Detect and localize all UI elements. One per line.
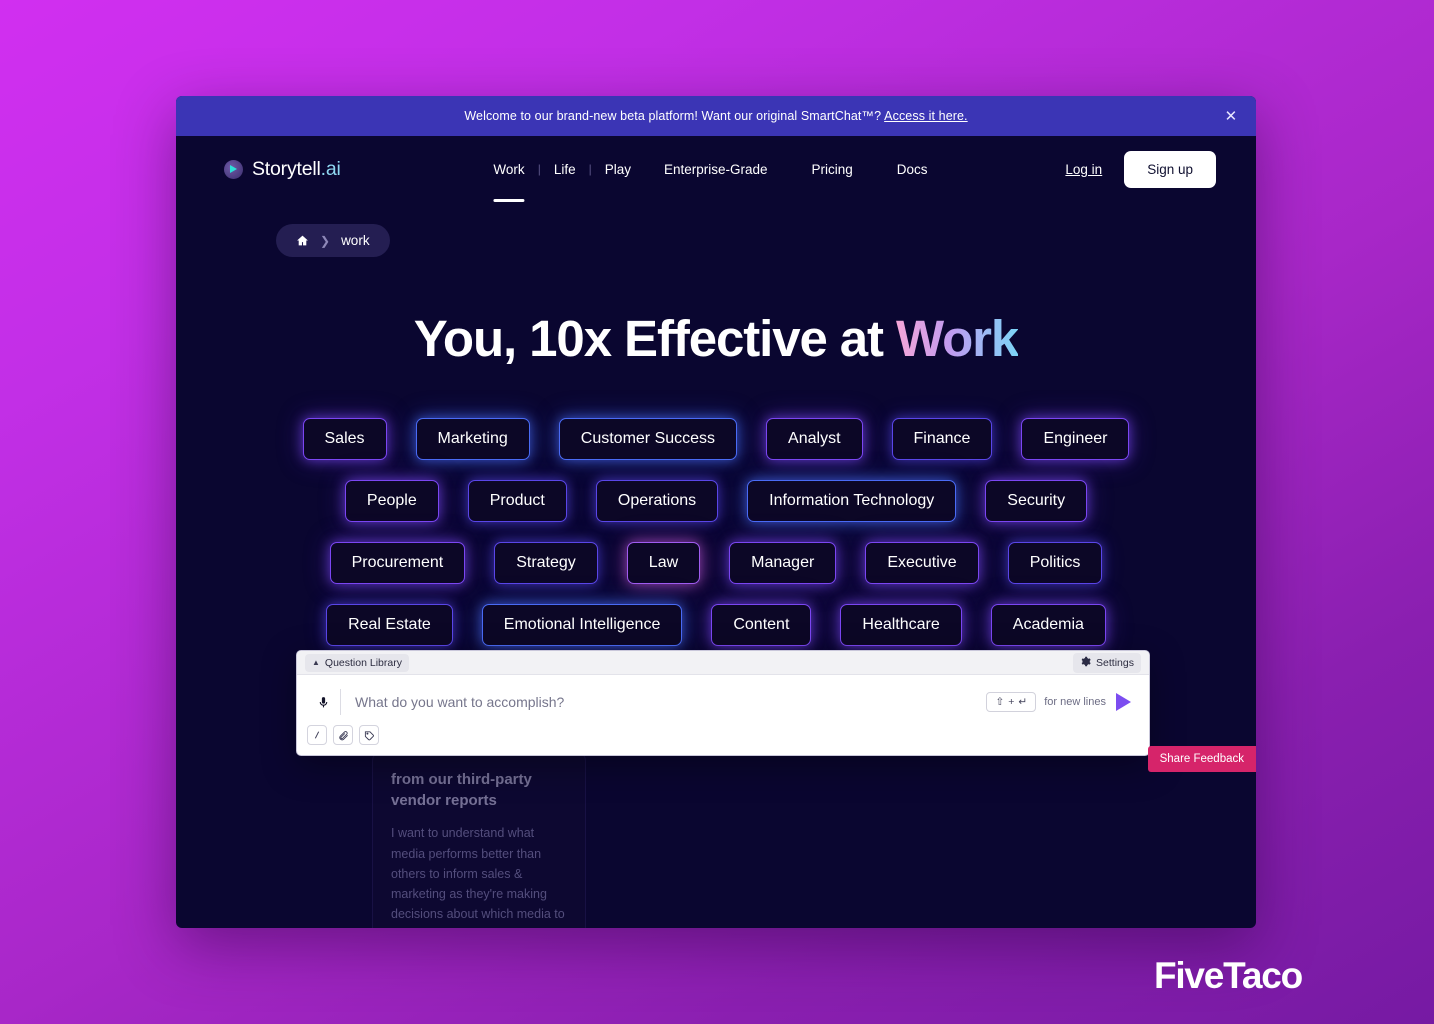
tag-row: Sales Marketing Customer Success Analyst…: [176, 418, 1256, 460]
gear-icon: [1080, 656, 1091, 670]
tag-operations[interactable]: Operations: [595, 480, 719, 522]
tag-sales[interactable]: Sales: [302, 418, 387, 460]
tag-customer-success[interactable]: Customer Success: [558, 418, 738, 460]
send-icon[interactable]: [1116, 693, 1131, 711]
tag-product[interactable]: Product: [467, 480, 567, 522]
nav-item-docs[interactable]: Docs: [875, 136, 950, 202]
breadcrumb-item-work[interactable]: work: [341, 233, 370, 248]
chat-composer: ▲ Question Library Settings What do you …: [296, 650, 1150, 756]
tag-politics[interactable]: Politics: [1007, 542, 1103, 584]
shift-key: ⇧: [995, 696, 1005, 708]
microphone-icon[interactable]: [307, 689, 341, 715]
tag-marketing[interactable]: Marketing: [415, 418, 530, 460]
shortcut-hint-text: for new lines: [1044, 696, 1106, 708]
nav-separator: |: [537, 162, 541, 176]
tag-row: People Product Operations Information Te…: [176, 480, 1256, 522]
nav-item-life[interactable]: Life: [543, 136, 587, 202]
question-card-title: from our third-party vendor reports: [391, 771, 532, 809]
question-card-body: I want to understand what media performs…: [391, 826, 565, 928]
tag-row: Procurement Strategy Law Manager Executi…: [176, 542, 1256, 584]
hero-title-accent: Work: [896, 310, 1019, 367]
tag-icon[interactable]: [359, 725, 379, 745]
tag-emotional-intelligence[interactable]: Emotional Intelligence: [481, 604, 683, 646]
tag-security[interactable]: Security: [985, 480, 1088, 522]
tag-academia[interactable]: Academia: [990, 604, 1106, 646]
banner-link[interactable]: Access it here.: [884, 109, 967, 123]
nav-item-pricing[interactable]: Pricing: [790, 136, 875, 202]
signup-button[interactable]: Sign up: [1124, 150, 1216, 188]
watermark: FiveTaco: [1153, 955, 1303, 996]
header-actions: Log in Sign up: [1065, 150, 1216, 188]
tag-manager[interactable]: Manager: [729, 542, 837, 584]
tag-information-technology[interactable]: Information Technology: [747, 480, 957, 522]
tag-law[interactable]: Law: [626, 542, 701, 584]
chevron-up-icon: ▲: [312, 658, 320, 667]
enter-key: ↵: [1018, 696, 1028, 708]
logo-text: Storytell.ai: [252, 158, 341, 181]
tag-procurement[interactable]: Procurement: [329, 542, 466, 584]
tag-executive[interactable]: Executive: [865, 542, 979, 584]
breadcrumb: ❯ work: [276, 224, 390, 257]
banner-message: Welcome to our brand-new beta platform! …: [464, 109, 882, 123]
site-header: Storytell.ai Work | Life | Play Enterpri…: [176, 136, 1256, 202]
logo[interactable]: Storytell.ai: [224, 158, 341, 181]
tag-content[interactable]: Content: [711, 604, 812, 646]
tag-analyst[interactable]: Analyst: [766, 418, 863, 460]
paperclip-icon[interactable]: [333, 725, 353, 745]
nav-separator: |: [588, 162, 592, 176]
tag-list: Sales Marketing Customer Success Analyst…: [176, 418, 1256, 646]
tag-healthcare[interactable]: Healthcare: [840, 604, 962, 646]
play-circle-icon: [224, 159, 243, 179]
composer-input-row: What do you want to accomplish? ⇧ + ↵ fo…: [297, 675, 1149, 725]
question-card[interactable]: from our third-party vendor reports I wa…: [372, 751, 586, 928]
app-window: Welcome to our brand-new beta platform! …: [176, 96, 1256, 928]
main-nav: Work | Life | Play Enterprise-Grade Pric…: [482, 136, 949, 202]
logo-name: Storytell: [252, 157, 321, 180]
chat-input[interactable]: What do you want to accomplish?: [341, 694, 986, 710]
slash-command-icon[interactable]: [307, 725, 327, 745]
close-icon[interactable]: ✕: [1222, 107, 1240, 125]
tag-finance[interactable]: Finance: [891, 418, 993, 460]
tag-row: Real Estate Emotional Intelligence Conte…: [176, 604, 1256, 646]
tag-real-estate[interactable]: Real Estate: [326, 604, 453, 646]
plus-sign: +: [1008, 696, 1015, 708]
page-title: You, 10x Effective at Work: [176, 309, 1256, 368]
share-feedback-button[interactable]: Share Feedback: [1147, 746, 1256, 772]
question-library-label: Question Library: [324, 656, 402, 669]
nav-item-enterprise-grade[interactable]: Enterprise-Grade: [642, 136, 790, 202]
login-link[interactable]: Log in: [1065, 162, 1102, 177]
tag-people[interactable]: People: [344, 480, 439, 522]
chevron-right-icon: ❯: [320, 233, 331, 248]
home-icon[interactable]: [296, 234, 309, 247]
settings-button[interactable]: Settings: [1073, 652, 1141, 673]
hero-title-prefix: You, 10x Effective at: [413, 310, 897, 367]
nav-item-play[interactable]: Play: [594, 136, 642, 202]
settings-label: Settings: [1096, 656, 1134, 669]
tag-strategy[interactable]: Strategy: [494, 542, 598, 584]
question-library-button[interactable]: ▲ Question Library: [305, 653, 409, 672]
composer-tools: [297, 725, 1149, 755]
nav-item-work[interactable]: Work: [482, 136, 535, 202]
tag-engineer[interactable]: Engineer: [1021, 418, 1130, 460]
shortcut-keys: ⇧ + ↵: [986, 692, 1037, 712]
shortcut-hint: ⇧ + ↵ for new lines: [986, 692, 1106, 712]
announcement-banner: Welcome to our brand-new beta platform! …: [176, 96, 1256, 136]
composer-topbar: ▲ Question Library Settings: [297, 651, 1149, 675]
logo-suffix: .ai: [320, 157, 341, 180]
